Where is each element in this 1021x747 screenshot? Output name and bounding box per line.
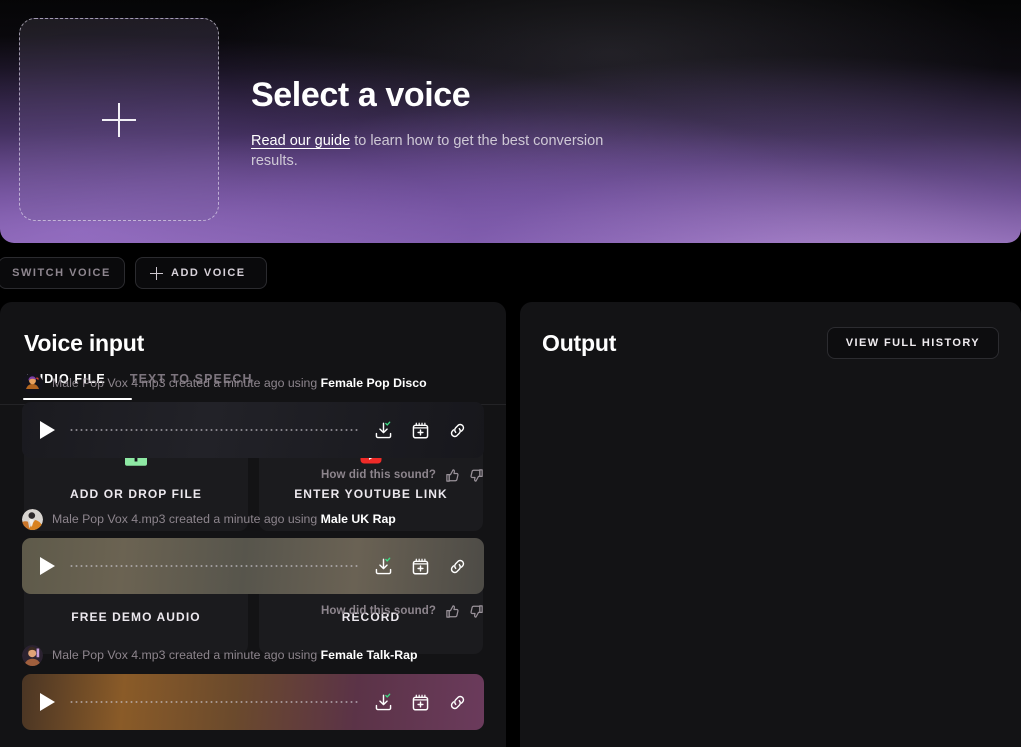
feedback-row: How did this sound? — [22, 603, 484, 619]
output-item-file: Male Pop Vox 4.mp3 created a minute ago … — [52, 512, 321, 526]
output-panel: Output — [520, 302, 1021, 747]
plus-icon — [150, 266, 163, 280]
output-item-caption: Male Pop Vox 4.mp3 created a minute ago … — [52, 648, 417, 662]
hero-subtitle: Read our guide to learn how to get the b… — [251, 131, 641, 171]
add-to-library-icon[interactable] — [410, 692, 431, 713]
thumbs-up-icon[interactable] — [445, 468, 460, 483]
play-button[interactable] — [40, 557, 55, 575]
progress-track[interactable] — [69, 565, 359, 567]
output-item-voice: Female Pop Disco — [320, 376, 427, 390]
view-full-history-button[interactable]: VIEW FULL HISTORY — [826, 327, 999, 359]
thumbs-up-icon[interactable] — [445, 604, 460, 619]
add-voice-button[interactable]: ADD VOICE — [135, 257, 267, 289]
avatar — [22, 644, 43, 666]
player-actions — [373, 692, 468, 713]
download-icon[interactable] — [373, 556, 394, 577]
output-item-file: Male Pop Vox 4.mp3 created a minute ago … — [52, 376, 321, 390]
hero-banner: Select a voice Read our guide to learn h… — [0, 0, 1021, 243]
voice-input-title: Voice input — [24, 330, 145, 356]
output-item: Male Pop Vox 4.mp3 created a minute ago … — [22, 644, 484, 730]
switch-voice-button[interactable]: SWITCH VOICE — [0, 257, 125, 289]
copy-link-icon[interactable] — [447, 692, 468, 713]
add-voice-label: ADD VOICE — [171, 267, 246, 279]
add-or-drop-file-label: ADD OR DROP FILE — [69, 487, 203, 501]
view-full-history-label: VIEW FULL HISTORY — [845, 337, 980, 349]
output-title: Output — [542, 330, 617, 356]
output-item-meta: Male Pop Vox 4.mp3 created a minute ago … — [22, 372, 484, 394]
switch-voice-label: SWITCH VOICE — [12, 267, 111, 279]
output-item: Male Pop Vox 4.mp3 created a minute ago … — [22, 508, 484, 619]
feedback-row: How did this sound? — [22, 467, 484, 483]
thumbs-down-icon[interactable] — [469, 604, 484, 619]
avatar — [22, 372, 43, 394]
enter-youtube-link-label: ENTER YOUTUBE LINK — [294, 487, 448, 501]
output-item-file: Male Pop Vox 4.mp3 created a minute ago … — [52, 648, 321, 662]
page-title: Select a voice — [251, 76, 471, 114]
feedback-prompt: How did this sound? — [321, 605, 436, 617]
audio-player[interactable] — [22, 402, 484, 458]
play-button[interactable] — [40, 693, 55, 711]
add-to-library-icon[interactable] — [410, 420, 431, 441]
output-item: Male Pop Vox 4.mp3 created a minute ago … — [22, 372, 484, 483]
copy-link-icon[interactable] — [447, 420, 468, 441]
copy-link-icon[interactable] — [447, 556, 468, 577]
play-button[interactable] — [40, 421, 55, 439]
output-item-voice: Male UK Rap — [320, 512, 396, 526]
plus-icon — [102, 102, 136, 137]
feedback-prompt: How did this sound? — [321, 469, 436, 481]
read-our-guide-link[interactable]: Read our guide — [251, 133, 350, 149]
voice-action-bar: SWITCH VOICE ADD VOICE — [0, 257, 267, 289]
download-icon[interactable] — [373, 420, 394, 441]
add-to-library-icon[interactable] — [410, 556, 431, 577]
output-item-meta: Male Pop Vox 4.mp3 created a minute ago … — [22, 644, 484, 666]
output-item-voice: Female Talk-Rap — [320, 648, 418, 662]
output-item-caption: Male Pop Vox 4.mp3 created a minute ago … — [52, 512, 396, 526]
avatar — [22, 508, 43, 530]
progress-track[interactable] — [69, 701, 359, 703]
player-actions — [373, 556, 468, 577]
player-actions — [373, 420, 468, 441]
output-item-caption: Male Pop Vox 4.mp3 created a minute ago … — [52, 376, 427, 390]
output-item-meta: Male Pop Vox 4.mp3 created a minute ago … — [22, 508, 484, 530]
audio-player[interactable] — [22, 538, 484, 594]
download-icon[interactable] — [373, 692, 394, 713]
progress-track[interactable] — [69, 429, 359, 431]
add-voice-dropzone[interactable] — [19, 18, 219, 221]
thumbs-down-icon[interactable] — [469, 468, 484, 483]
audio-player[interactable] — [22, 674, 484, 730]
